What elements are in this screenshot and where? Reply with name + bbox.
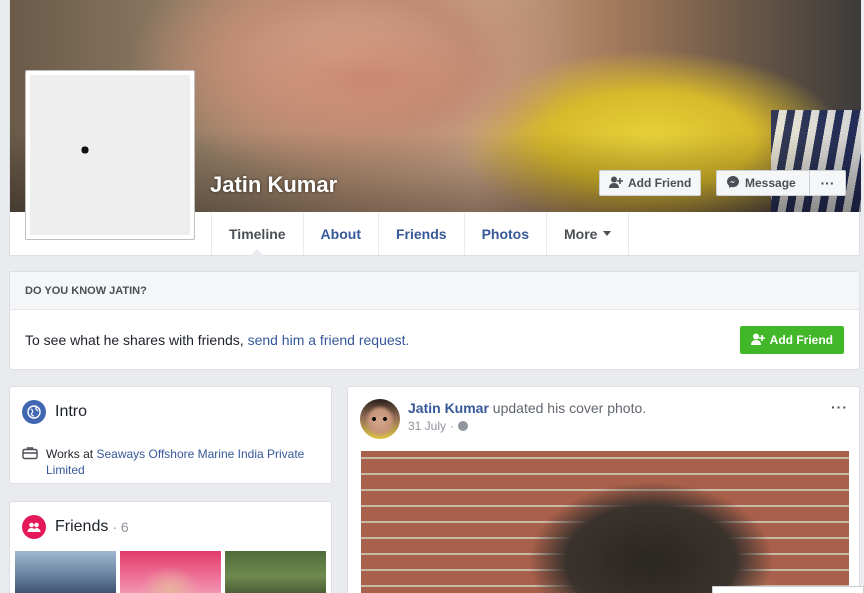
tab-more[interactable]: More — [547, 212, 630, 255]
globe-icon — [458, 421, 469, 431]
profile-picture[interactable] — [25, 70, 195, 240]
add-friend-button[interactable]: Add Friend — [599, 170, 702, 196]
more-options-button[interactable]: ··· — [809, 170, 846, 196]
add-friend-green-button[interactable]: Add Friend — [739, 326, 844, 354]
timeline-post: Jatin Kumar updated his cover photo. 31 … — [347, 386, 860, 593]
add-friend-icon — [750, 333, 765, 348]
globe-icon — [22, 400, 46, 424]
intro-card: Intro Works at Seaways Offshore Marine I… — [9, 386, 332, 484]
friends-card: Friends · 6 — [9, 501, 332, 593]
tab-timeline[interactable]: Timeline — [212, 212, 304, 256]
friends-title[interactable]: Friends — [55, 518, 108, 536]
profile-tabs: Timeline About Friends Photos More — [211, 212, 630, 256]
profile-name[interactable]: Jatin Kumar — [210, 172, 337, 198]
friend-thumbnail[interactable] — [225, 551, 326, 593]
chat-tab-edge — [712, 586, 864, 593]
message-button[interactable]: Message — [716, 170, 810, 196]
post-menu-button[interactable]: ··· — [831, 399, 848, 415]
avatar[interactable] — [360, 399, 400, 439]
friend-request-link[interactable]: send him a friend request. — [248, 332, 410, 348]
friends-icon — [22, 515, 46, 539]
post-photo[interactable] — [361, 451, 849, 593]
tab-about[interactable]: About — [304, 212, 379, 255]
do-you-know-card: DO YOU KNOW JATIN? To see what he shares… — [9, 271, 860, 370]
add-friend-icon — [609, 176, 623, 191]
post-date[interactable]: 31 July — [408, 419, 446, 433]
briefcase-icon — [22, 446, 38, 478]
add-friend-label: Add Friend — [628, 176, 692, 190]
work-info: Works at Seaways Offshore Marine India P… — [46, 447, 305, 477]
friends-count: · 6 — [112, 519, 129, 535]
intro-title: Intro — [55, 403, 88, 420]
messenger-icon — [726, 175, 740, 192]
friend-thumbnail[interactable] — [15, 551, 116, 593]
do-you-know-text: To see what he shares with friends, send… — [25, 332, 410, 348]
do-you-know-title: DO YOU KNOW JATIN? — [10, 272, 859, 310]
chevron-down-icon — [603, 231, 612, 236]
tab-friends[interactable]: Friends — [379, 212, 465, 255]
message-label: Message — [745, 176, 796, 190]
profile-header: Jatin Kumar Add Friend Message ··· Timel… — [9, 0, 861, 256]
friend-thumbnail[interactable] — [120, 551, 221, 593]
post-author-link[interactable]: Jatin Kumar — [408, 400, 489, 416]
tab-photos[interactable]: Photos — [465, 212, 548, 255]
post-title: Jatin Kumar updated his cover photo. — [408, 400, 647, 416]
